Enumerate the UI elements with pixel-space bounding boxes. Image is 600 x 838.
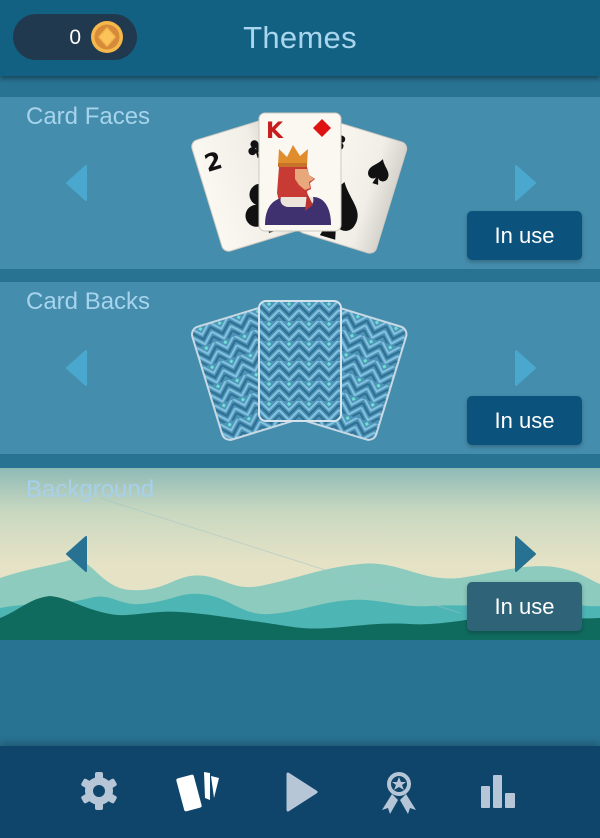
nav-settings[interactable] bbox=[74, 766, 124, 816]
previous-card-face-button[interactable] bbox=[62, 163, 92, 203]
previous-background-button[interactable] bbox=[62, 534, 92, 574]
card-back-center bbox=[258, 300, 342, 422]
next-card-face-button[interactable] bbox=[510, 163, 540, 203]
next-card-back-button[interactable] bbox=[510, 348, 540, 388]
card-backs-preview bbox=[190, 300, 408, 441]
in-use-button[interactable]: In use bbox=[467, 396, 582, 445]
in-use-button[interactable]: In use bbox=[467, 211, 582, 260]
chevron-left-icon bbox=[66, 165, 87, 201]
nav-achievements[interactable] bbox=[374, 766, 424, 816]
card-faces-preview: 2 8 K bbox=[191, 112, 408, 254]
chevron-left-icon bbox=[66, 536, 87, 572]
nav-themes[interactable] bbox=[174, 766, 224, 816]
background-section: Background In use bbox=[0, 468, 600, 640]
chevron-right-icon bbox=[515, 165, 536, 201]
cards-icon bbox=[176, 772, 219, 812]
bottom-navigation bbox=[0, 746, 600, 838]
section-title: Card Faces bbox=[26, 103, 151, 130]
next-background-button[interactable] bbox=[510, 534, 540, 574]
section-title: Background bbox=[26, 476, 155, 503]
chevron-right-icon bbox=[515, 350, 536, 386]
bar-chart-icon bbox=[481, 775, 515, 808]
gear-icon bbox=[81, 772, 117, 810]
svg-text:K: K bbox=[266, 119, 284, 144]
in-use-button[interactable]: In use bbox=[467, 582, 582, 631]
card-faces-section: Card Faces 2 K In use bbox=[0, 97, 600, 269]
play-icon bbox=[286, 772, 318, 812]
king-of-diamonds-card: K bbox=[258, 112, 342, 232]
ribbon-award-icon bbox=[382, 772, 416, 814]
card-backs-section: Card Backs In use bbox=[0, 282, 600, 454]
chevron-right-icon bbox=[515, 536, 536, 572]
previous-card-back-button[interactable] bbox=[62, 348, 92, 388]
page-title: Themes bbox=[243, 20, 357, 55]
nav-statistics[interactable] bbox=[474, 766, 524, 816]
nav-play[interactable] bbox=[276, 766, 326, 816]
chevron-left-icon bbox=[66, 350, 87, 386]
section-title: Card Backs bbox=[26, 288, 151, 315]
header: 0 Themes bbox=[0, 0, 600, 76]
